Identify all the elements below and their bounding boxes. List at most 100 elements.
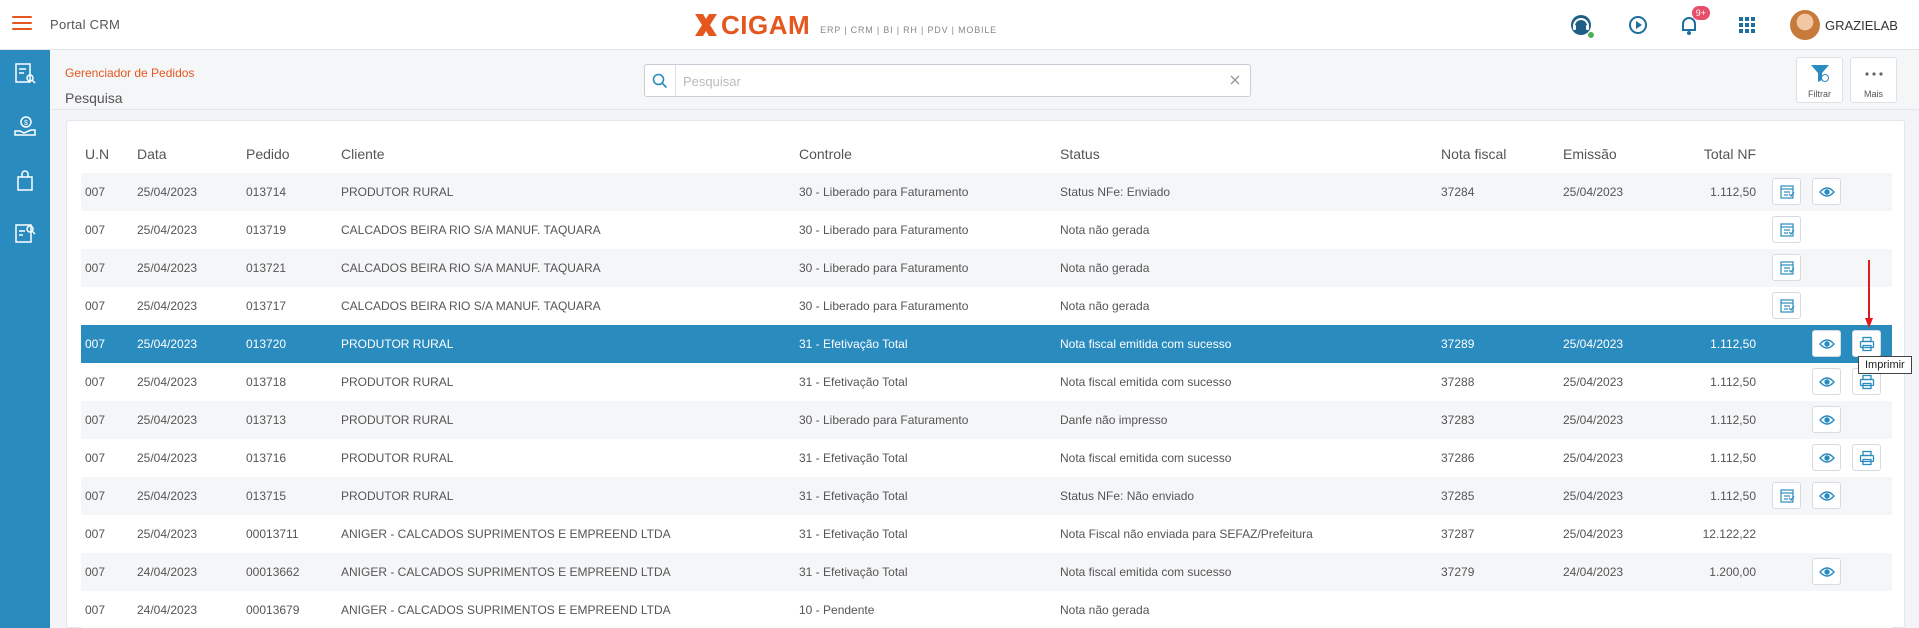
printer-icon <box>1859 336 1875 352</box>
play-icon[interactable] <box>1624 11 1652 39</box>
table-row[interactable]: 007 25/04/2023 013719 CALCADOS BEIRA RIO S/… <box>81 211 1892 249</box>
view-button[interactable] <box>1812 558 1841 585</box>
cell-emissao <box>1563 591 1676 628</box>
column-header-un[interactable]: U.N <box>81 135 137 173</box>
cell-cliente: ANIGER - CALCADOS SUPRIMENTOS E EMPREEND… <box>341 603 671 617</box>
column-header-cliente[interactable]: Cliente <box>341 135 799 173</box>
cell-nota-fiscal: 37287 <box>1441 527 1475 541</box>
search-icon[interactable] <box>645 65 676 96</box>
grid-icon[interactable] <box>1733 11 1761 39</box>
user-name[interactable]: GRAZIELAB <box>1825 18 1898 33</box>
cell-cliente: PRODUTOR RURAL <box>341 413 454 427</box>
orders-table-card: U.N Data Pedido Cliente Controle Status … <box>66 120 1905 628</box>
view-button[interactable] <box>1812 330 1841 357</box>
cell-data: 25/04/2023 <box>137 185 198 199</box>
cell-emissao <box>1563 249 1676 287</box>
table-row[interactable]: 007 25/04/2023 013718 PRODUTOR RURAL 31 - Ef… <box>81 363 1892 401</box>
eye-icon <box>1818 452 1835 464</box>
cell-emissao: 25/04/2023 <box>1563 375 1624 389</box>
table-row[interactable]: 007 25/04/2023 013720 PRODUTOR RURAL 31 - Ef… <box>81 325 1892 363</box>
printer-icon <box>1859 374 1875 390</box>
cell-controle: 30 - Liberado para Faturamento <box>799 185 969 199</box>
table-row[interactable]: 007 25/04/2023 013721 CALCADOS BEIRA RIO S/… <box>81 249 1892 287</box>
table-row[interactable]: 007 25/04/2023 013717 CALCADOS BEIRA RIO S/… <box>81 287 1892 325</box>
cell-nota-fiscal: 37288 <box>1441 375 1475 389</box>
column-header-status[interactable]: Status <box>1060 135 1441 173</box>
cell-un: 007 <box>85 489 106 503</box>
nfe-button[interactable] <box>1772 254 1801 281</box>
cell-status: Nota não gerada <box>1060 261 1150 275</box>
nfe-button[interactable] <box>1772 216 1801 243</box>
cell-total-nf: 1.112,50 <box>1710 337 1756 351</box>
bell-icon[interactable]: 9+ <box>1675 6 1710 39</box>
nfe-button[interactable] <box>1772 482 1801 509</box>
cell-un: 007 <box>85 299 106 313</box>
column-header-nota-fiscal[interactable]: Nota fiscal <box>1441 135 1563 173</box>
column-header-controle[interactable]: Controle <box>799 135 1060 173</box>
money-hand-icon[interactable]: $ <box>14 115 36 137</box>
row-actions <box>1766 439 1892 477</box>
orders-icon[interactable] <box>14 62 36 84</box>
table-row[interactable]: 007 25/04/2023 013716 PRODUTOR RURAL 31 - Ef… <box>81 439 1892 477</box>
printer-icon <box>1859 450 1875 466</box>
breadcrumb[interactable]: Gerenciador de Pedidos <box>65 66 194 80</box>
cell-status: Nota fiscal emitida com sucesso <box>1060 375 1232 389</box>
cell-total-nf: 1.112,50 <box>1710 413 1756 427</box>
funnel-icon <box>1810 65 1829 82</box>
more-button[interactable]: Mais <box>1850 57 1897 103</box>
eye-icon <box>1818 414 1835 426</box>
cell-pedido: 00013711 <box>246 527 299 541</box>
table-row[interactable]: 007 25/04/2023 013713 PRODUTOR RURAL 30 - Li… <box>81 401 1892 439</box>
view-button[interactable] <box>1812 444 1841 471</box>
cell-nota-fiscal: 37284 <box>1441 185 1475 199</box>
cell-total-nf <box>1676 591 1766 628</box>
headset-icon[interactable] <box>1567 11 1595 39</box>
hamburger-icon[interactable] <box>12 16 32 32</box>
more-label: Mais <box>1863 89 1883 99</box>
page-title: Pesquisa <box>65 90 123 106</box>
table-row[interactable]: 007 25/04/2023 00013711 ANIGER - CALCADOS S… <box>81 515 1892 553</box>
table-row[interactable]: 007 24/04/2023 00013662 ANIGER - CALCADOS S… <box>81 553 1892 591</box>
close-icon[interactable] <box>1228 73 1242 87</box>
cell-un: 007 <box>85 451 106 465</box>
view-button[interactable] <box>1812 406 1841 433</box>
view-button[interactable] <box>1812 368 1841 395</box>
cell-un: 007 <box>85 223 106 237</box>
cell-emissao <box>1563 211 1676 249</box>
cell-controle: 30 - Liberado para Faturamento <box>799 413 969 427</box>
cell-nota-fiscal: 37286 <box>1441 451 1475 465</box>
nfe-button[interactable] <box>1772 178 1801 205</box>
cell-un: 007 <box>85 527 106 541</box>
view-button[interactable] <box>1812 178 1841 205</box>
cell-controle: 31 - Efetivação Total <box>799 451 908 465</box>
table-row[interactable]: 007 25/04/2023 013715 PRODUTOR RURAL 31 - Ef… <box>81 477 1892 515</box>
notification-badge: 9+ <box>1691 6 1710 20</box>
column-header-data[interactable]: Data <box>137 135 246 173</box>
cell-nota-fiscal: 37285 <box>1441 489 1475 503</box>
cell-pedido: 013716 <box>246 451 287 465</box>
row-actions <box>1766 477 1892 515</box>
cell-cliente: PRODUTOR RURAL <box>341 185 454 199</box>
search-input[interactable] <box>683 71 1203 91</box>
filter-button[interactable]: Filtrar <box>1796 57 1843 103</box>
svg-text:$: $ <box>24 120 28 127</box>
row-actions <box>1766 515 1892 553</box>
nfe-icon <box>1779 184 1795 200</box>
print-button[interactable] <box>1852 444 1881 471</box>
column-header-total-nf[interactable]: Total NF <box>1676 135 1766 173</box>
view-button[interactable] <box>1812 482 1841 509</box>
column-header-pedido[interactable]: Pedido <box>246 135 341 173</box>
cell-cliente: CALCADOS BEIRA RIO S/A MANUF. TAQUARA <box>341 299 601 313</box>
table-body: 007 25/04/2023 013714 PRODUTOR RURAL 30 - Li… <box>81 173 1892 628</box>
column-header-emissao[interactable]: Emissão <box>1563 135 1676 173</box>
print-button[interactable] <box>1852 330 1881 357</box>
table-header-row: U.N Data Pedido Cliente Controle Status … <box>81 135 1892 173</box>
bag-icon[interactable] <box>14 170 36 192</box>
nfe-button[interactable] <box>1772 292 1801 319</box>
cell-data: 25/04/2023 <box>137 299 198 313</box>
sidebar: $ <box>0 50 50 628</box>
table-row[interactable]: 007 24/04/2023 00013679 ANIGER - CALCADOS S… <box>81 591 1892 628</box>
table-row[interactable]: 007 25/04/2023 013714 PRODUTOR RURAL 30 - Li… <box>81 173 1892 211</box>
report-search-icon[interactable] <box>14 222 36 244</box>
avatar[interactable] <box>1790 10 1820 40</box>
